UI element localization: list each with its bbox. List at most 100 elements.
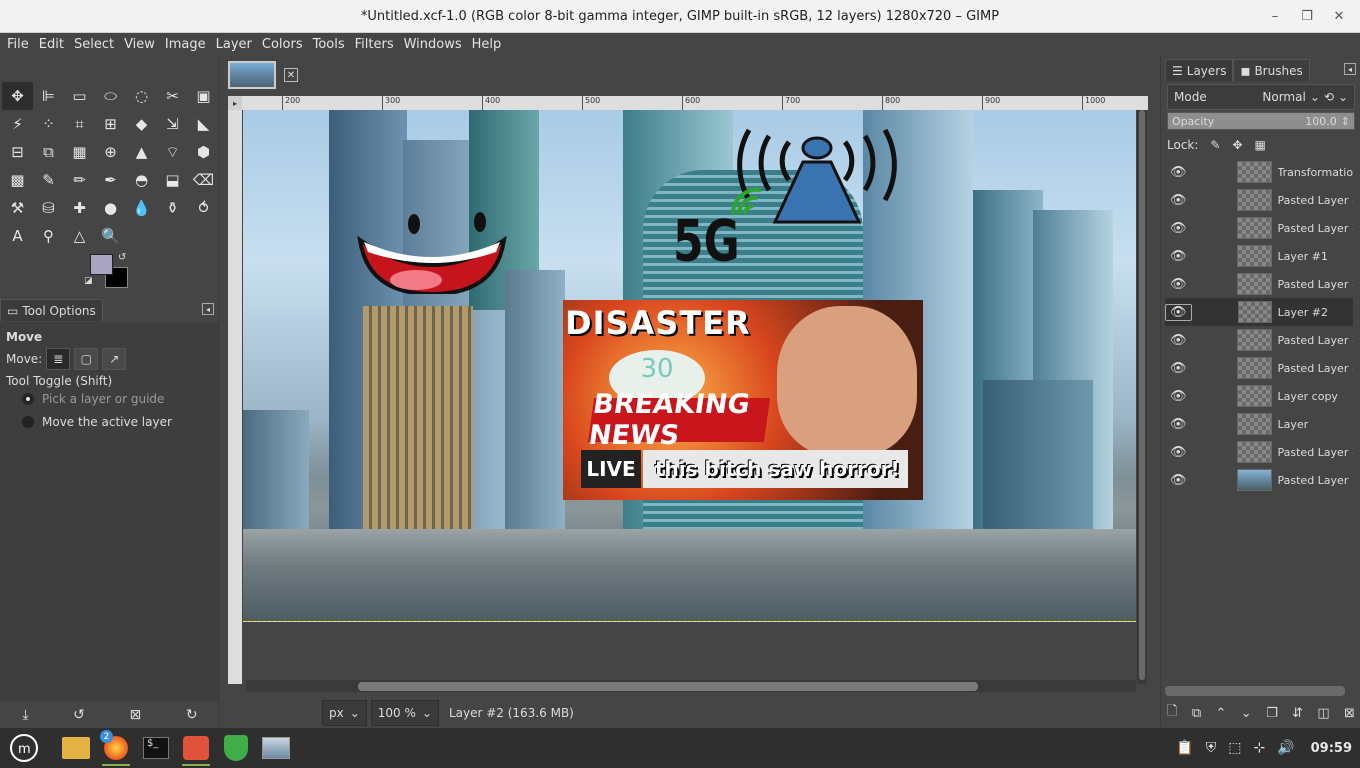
perspective-icon[interactable]: ◣: [188, 110, 219, 138]
zoom-icon[interactable]: 🔍: [95, 222, 126, 250]
ellipse-select-icon[interactable]: ⬭: [95, 82, 126, 110]
reset-options-icon[interactable]: ↻: [186, 707, 198, 723]
layer-thumbnail[interactable]: [1237, 161, 1272, 183]
raise-layer-icon[interactable]: ⌃: [1216, 706, 1227, 721]
radio-pick-dot[interactable]: [22, 393, 34, 405]
align-icon[interactable]: ⊫: [33, 82, 64, 110]
layer-name[interactable]: Pasted Layer #: [1278, 222, 1354, 235]
airbrush-icon[interactable]: ✏: [64, 166, 95, 194]
paths-icon[interactable]: ⥀: [188, 194, 219, 222]
menu-edit[interactable]: Edit: [34, 37, 69, 52]
unified-transform-icon[interactable]: ⊞: [95, 110, 126, 138]
lower-layer-icon[interactable]: ⌄: [1241, 706, 1252, 721]
files-folder-icon[interactable]: [58, 730, 94, 766]
fuzzy-select-icon[interactable]: ⚡: [2, 110, 33, 138]
layer-row[interactable]: 👁 Layer #1: [1165, 242, 1353, 270]
reset-colors-icon[interactable]: ◪: [84, 276, 93, 286]
move-layer-button[interactable]: ≣: [46, 348, 71, 370]
ink-icon[interactable]: ✒: [95, 166, 126, 194]
horizontal-scrollbar-thumb[interactable]: [358, 682, 978, 691]
layer-name[interactable]: Pasted Layer #: [1278, 446, 1354, 459]
layer-row[interactable]: 👁 Pasted Layer #: [1165, 438, 1353, 466]
firefox-icon[interactable]: 2: [98, 730, 134, 766]
layer-row[interactable]: 👁 Pasted Layer: [1165, 466, 1353, 494]
menu-help[interactable]: Help: [467, 37, 507, 52]
tab-layers[interactable]: ☰ Layers: [1165, 59, 1234, 81]
layer-name[interactable]: Transformation: [1278, 166, 1354, 179]
save-options-icon[interactable]: ⤓: [22, 707, 28, 723]
visibility-eye-icon[interactable]: 👁: [1165, 445, 1191, 460]
shield-icon[interactable]: ⛨: [1206, 740, 1217, 756]
shear-icon[interactable]: ⌔: [157, 138, 188, 166]
layer-row[interactable]: 👁 Layer copy: [1165, 382, 1353, 410]
visibility-eye-icon[interactable]: 👁: [1165, 473, 1191, 488]
clone-icon[interactable]: ⬓: [157, 166, 188, 194]
tab-tool-options[interactable]: ▭ Tool Options: [0, 299, 103, 321]
layer-thumbnail[interactable]: [1237, 329, 1272, 351]
menu-view[interactable]: View: [119, 37, 160, 52]
image-tab-thumbnail[interactable]: [228, 61, 276, 89]
visibility-eye-icon[interactable]: 👁: [1165, 165, 1191, 180]
layer-row[interactable]: 👁 Pasted Layer #: [1165, 270, 1353, 298]
volume-icon[interactable]: 🔊: [1277, 740, 1294, 756]
visibility-eye-icon[interactable]: 👁: [1165, 361, 1191, 376]
layer-name[interactable]: Layer copy: [1278, 390, 1354, 403]
layer-row[interactable]: 👁 Pasted Layer #: [1165, 354, 1353, 382]
shield-vpn-icon[interactable]: [218, 730, 254, 766]
layer-thumbnail[interactable]: [1237, 441, 1272, 463]
visibility-eye-icon[interactable]: 👁: [1165, 333, 1191, 348]
layer-row[interactable]: 👁 Layer: [1165, 410, 1353, 438]
layer-thumbnail[interactable]: [1237, 357, 1272, 379]
visibility-eye-icon[interactable]: 👁: [1165, 303, 1192, 321]
blur-icon[interactable]: ●: [95, 194, 126, 222]
color-select-icon[interactable]: ⁘: [33, 110, 64, 138]
free-select-icon[interactable]: ◌: [126, 82, 157, 110]
restore-options-icon[interactable]: ↺: [73, 707, 85, 723]
layer-thumbnail[interactable]: [1237, 217, 1272, 239]
layer-name[interactable]: Pasted Layer #: [1278, 194, 1354, 207]
text-icon[interactable]: A: [2, 222, 33, 250]
pencil-icon[interactable]: ✎: [33, 166, 64, 194]
lock-position-icon[interactable]: ✥: [1232, 138, 1242, 152]
layer-row[interactable]: 👁 Transformation: [1165, 158, 1353, 186]
radio-move-active[interactable]: Move the active layer: [22, 415, 172, 429]
tab-brushes[interactable]: ◼ Brushes: [1233, 59, 1310, 81]
new-layer-group-icon[interactable]: ⧉: [1192, 706, 1201, 721]
perspective-clone-icon[interactable]: ✚: [64, 194, 95, 222]
layer-thumbnail[interactable]: [1237, 301, 1272, 323]
cage-icon[interactable]: ⊟: [2, 138, 33, 166]
layer-thumbnail[interactable]: [1237, 245, 1272, 267]
vertical-scrollbar-thumb[interactable]: [1139, 110, 1145, 680]
visibility-eye-icon[interactable]: 👁: [1165, 417, 1191, 432]
vertical-ruler[interactable]: [228, 110, 242, 684]
mypaint-icon[interactable]: ◓: [126, 166, 157, 194]
swap-colors-icon[interactable]: ↺: [118, 252, 126, 263]
spin-arrows-icon[interactable]: ⇕: [1341, 115, 1350, 128]
warp-icon[interactable]: ◆: [126, 110, 157, 138]
zoom-select[interactable]: 100 % ⌄: [370, 700, 439, 726]
layer-mode-select[interactable]: Mode Normal ⌄ ⟲ ⌄: [1167, 84, 1355, 110]
menu-windows[interactable]: Windows: [399, 37, 467, 52]
update-icon[interactable]: ⬚: [1228, 740, 1241, 756]
lock-pixels-icon[interactable]: ✎: [1210, 138, 1220, 152]
vertical-scrollbar[interactable]: [1137, 110, 1147, 684]
layer-row[interactable]: 👁 Pasted Layer #: [1165, 186, 1353, 214]
visibility-eye-icon[interactable]: 👁: [1165, 389, 1191, 404]
radio-active-dot[interactable]: [22, 416, 34, 428]
menu-filters[interactable]: Filters: [350, 37, 399, 52]
mode-reset-icon[interactable]: ⟲: [1324, 90, 1334, 104]
move-path-button[interactable]: ↗: [102, 348, 127, 370]
smudge-icon[interactable]: ⚒: [2, 194, 33, 222]
layer-thumbnail[interactable]: [1237, 469, 1272, 491]
layer-name[interactable]: Pasted Layer #: [1278, 278, 1354, 291]
screenshot-app-icon[interactable]: [258, 730, 294, 766]
clock[interactable]: 09:59: [1311, 741, 1352, 756]
duplicate-layer-icon[interactable]: ❐: [1266, 706, 1278, 721]
close-icon[interactable]: ✕: [1330, 7, 1348, 25]
paint-icon[interactable]: ⬢: [188, 138, 219, 166]
radio-pick-layer[interactable]: Pick a layer or guide: [22, 392, 164, 406]
scissors-icon[interactable]: ✂: [157, 82, 188, 110]
opacity-slider[interactable]: Opacity 100.0 ⇕: [1167, 112, 1355, 130]
menu-file[interactable]: File: [2, 37, 34, 52]
visibility-eye-icon[interactable]: 👁: [1165, 249, 1191, 264]
